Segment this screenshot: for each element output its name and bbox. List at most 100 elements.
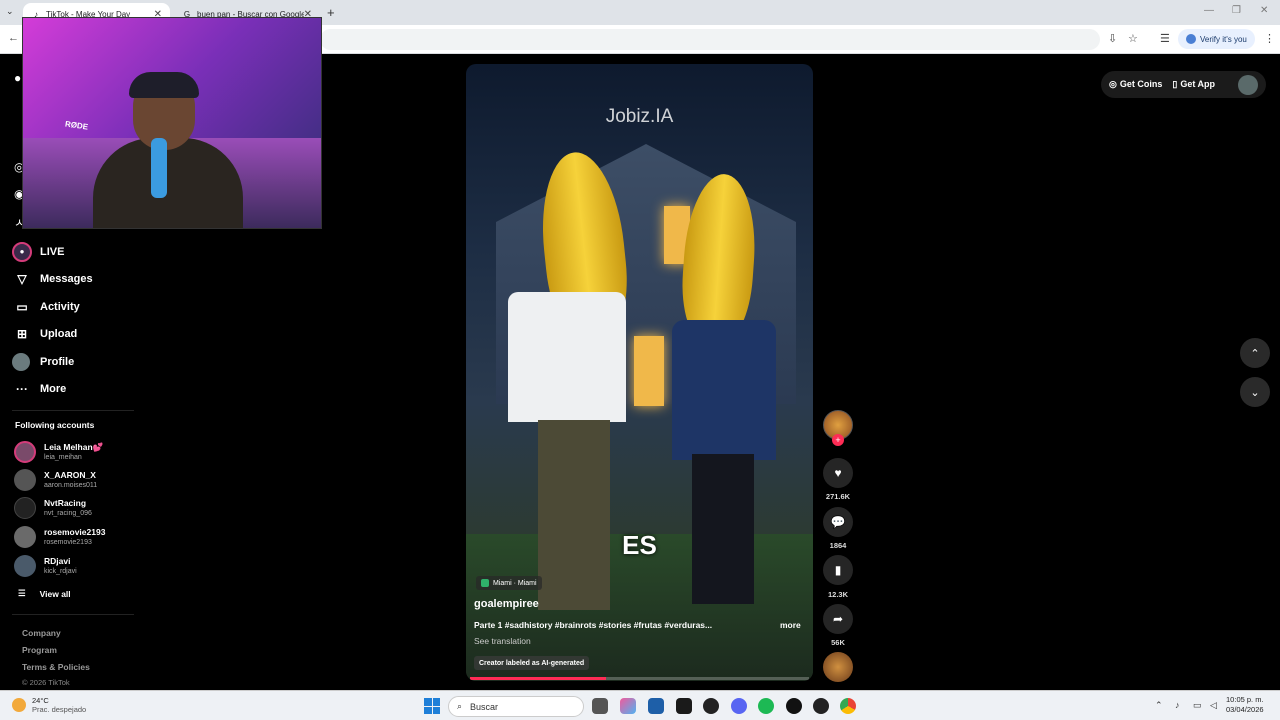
nav-item-messages[interactable]: ▽ Messages xyxy=(12,266,132,294)
account-handle: leia_meihan xyxy=(44,453,82,461)
music-disc-icon[interactable] xyxy=(823,652,853,682)
nav-label: Upload xyxy=(40,328,78,341)
share-button[interactable]: ➦ xyxy=(823,604,853,634)
user-avatar[interactable] xyxy=(1238,74,1258,95)
chevron-up-icon: ⌃ xyxy=(1250,347,1260,360)
reading-mode-icon[interactable]: ☰ xyxy=(1160,32,1170,45)
profile-icon xyxy=(1186,34,1196,44)
blue-blouse xyxy=(672,320,776,460)
display-icon[interactable]: ▭ xyxy=(1193,700,1202,711)
streamer-cap xyxy=(129,72,199,98)
divider xyxy=(12,410,134,411)
store-icon[interactable] xyxy=(648,698,664,714)
mic-brand-label: RØDE xyxy=(64,119,89,132)
copilot-icon[interactable] xyxy=(620,698,636,714)
nav-item-live[interactable]: ● LIVE xyxy=(12,238,132,266)
nav-item-profile[interactable]: Profile xyxy=(12,348,132,376)
footer-company-link[interactable]: Company xyxy=(22,628,61,638)
video-progress-bar[interactable] xyxy=(470,677,809,680)
tiktok-logo-icon[interactable]: ● xyxy=(14,71,21,85)
system-clock[interactable]: 10:05 p. m. 03/04/2026 xyxy=(1226,695,1264,715)
following-title: Following accounts xyxy=(15,420,95,430)
video-player[interactable]: Jobiz.IA ES Miami · Miami goalempiree Pa… xyxy=(466,64,813,681)
verify-button[interactable]: Verify it's you xyxy=(1178,29,1255,49)
video-watermark: Jobiz.IA xyxy=(605,106,674,127)
black-pants xyxy=(692,454,754,604)
account-name: NvtRacing xyxy=(44,497,87,508)
app-icon[interactable] xyxy=(813,698,829,714)
chrome-icon[interactable] xyxy=(840,698,856,714)
location-label: Miami · Miami xyxy=(493,579,537,587)
white-shirt xyxy=(508,292,626,422)
nav-item-upload[interactable]: ⊞ Upload xyxy=(12,321,132,349)
minimize-icon[interactable]: — xyxy=(1204,5,1214,16)
nav-label: LIVE xyxy=(40,245,65,258)
view-all-link[interactable]: ☰ View all xyxy=(18,588,71,599)
location-tag[interactable]: Miami · Miami xyxy=(476,576,542,590)
activity-icon: ▭ xyxy=(16,299,28,314)
account-name: X_AARON_X xyxy=(44,469,96,480)
get-coins-button[interactable]: ◎ Get Coins xyxy=(1109,79,1162,90)
avatar xyxy=(14,526,36,548)
task-view-icon[interactable] xyxy=(592,698,608,714)
nav-item-more[interactable]: ··· More xyxy=(12,376,132,404)
discord-icon[interactable] xyxy=(731,698,747,714)
see-translation-link[interactable]: See translation xyxy=(474,636,531,646)
address-bar[interactable] xyxy=(320,29,1100,50)
bookmark-star-icon[interactable]: ☆ xyxy=(1128,32,1138,45)
tiktok-app-icon[interactable] xyxy=(786,698,802,714)
temperature: 24°C xyxy=(32,696,49,705)
share-arrow-icon: ➦ xyxy=(832,612,844,626)
back-arrow-icon[interactable]: ← xyxy=(8,32,19,44)
following-account[interactable]: RDjavi kick_rdjavi xyxy=(14,555,77,577)
weather-widget[interactable]: 24°C Prac. despejado xyxy=(12,696,86,714)
close-window-icon[interactable]: ✕ xyxy=(1260,5,1268,16)
following-account[interactable]: Leia Melhan💕 leia_meihan xyxy=(14,441,103,463)
windows-start-icon[interactable] xyxy=(424,698,440,714)
nav-item-activity[interactable]: ▭ Activity xyxy=(12,293,132,321)
save-count: 12.3K xyxy=(827,590,848,599)
browser-menu-icon[interactable]: ⋮ xyxy=(1264,32,1275,45)
follow-plus-icon[interactable]: + xyxy=(832,434,844,446)
nav-label: Activity xyxy=(40,300,80,313)
nav-label: Profile xyxy=(40,355,75,368)
webcam-overlay: RØDE xyxy=(22,17,322,229)
footer-terms-link[interactable]: Terms & Policies xyxy=(22,662,90,672)
following-account[interactable]: X_AARON_X aaron.moises011 xyxy=(14,469,97,491)
avatar xyxy=(14,441,36,463)
weather-condition: Prac. despejado xyxy=(32,705,87,714)
tab-search-icon[interactable]: ⌄ xyxy=(6,6,14,17)
following-account[interactable]: NvtRacing nvt_racing_096 xyxy=(14,497,92,519)
get-app-button[interactable]: ▯ Get App xyxy=(1172,79,1215,90)
app-icon[interactable] xyxy=(703,698,719,714)
mic-icon[interactable]: ♪ xyxy=(1175,700,1180,710)
avatar xyxy=(14,555,36,577)
nav-label: More xyxy=(40,383,67,396)
trousers xyxy=(538,420,610,610)
spotify-icon[interactable] xyxy=(758,698,774,714)
next-video-button[interactable]: ⌄ xyxy=(1240,377,1270,407)
search-icon: ⌕ xyxy=(457,701,463,711)
search-label: Buscar xyxy=(470,701,499,712)
comment-button[interactable]: 💬 xyxy=(823,507,853,537)
paper-plane-icon: ▽ xyxy=(17,272,27,287)
volume-icon[interactable]: ◁ xyxy=(1210,700,1217,711)
new-tab-icon[interactable]: + xyxy=(327,5,335,20)
previous-video-button[interactable]: ⌃ xyxy=(1240,338,1270,368)
terminal-icon[interactable] xyxy=(676,698,692,714)
top-right-actions: ◎ Get Coins ▯ Get App xyxy=(1101,71,1266,98)
tray-chevron-icon[interactable]: ⌃ xyxy=(1155,700,1163,711)
account-handle: rosemovie2193 xyxy=(44,538,92,546)
footer-program-link[interactable]: Program xyxy=(22,645,57,655)
house-window xyxy=(634,336,664,406)
following-account[interactable]: rosemovie2193 rosemovie2193 xyxy=(14,526,105,548)
taskbar-search[interactable]: ⌕ Buscar xyxy=(448,696,584,717)
maximize-icon[interactable]: ❐ xyxy=(1232,5,1241,16)
streamer-body xyxy=(93,138,243,228)
video-author[interactable]: goalempiree xyxy=(474,598,539,610)
install-app-icon[interactable]: ⇩ xyxy=(1108,32,1117,45)
save-button[interactable]: ▮ xyxy=(823,555,853,585)
avatar xyxy=(12,352,30,371)
description-more-button[interactable]: more xyxy=(780,620,801,630)
like-button[interactable]: ♥ xyxy=(823,458,853,488)
